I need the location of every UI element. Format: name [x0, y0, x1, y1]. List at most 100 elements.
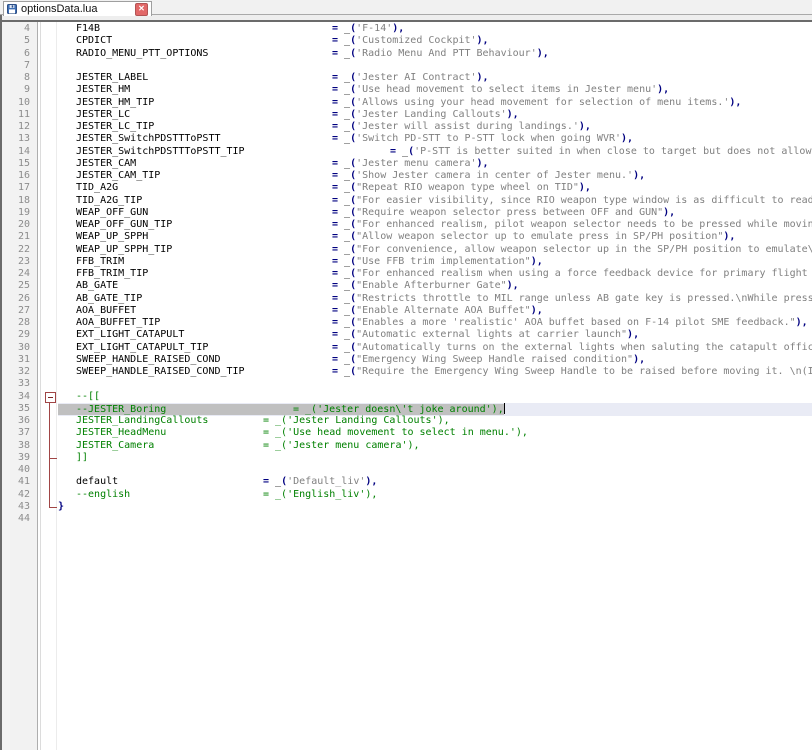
code-line[interactable]: 39]] [0, 452, 812, 465]
line-number[interactable]: 7 [2, 60, 30, 72]
line-number[interactable]: 33 [2, 378, 30, 390]
line-number[interactable]: 37 [2, 427, 30, 439]
code-line[interactable]: 10 JESTER_HM_TIP = _('Allows using your he… [0, 97, 812, 110]
tab-optionsdata-lua[interactable]: optionsData.lua ✕ [3, 1, 152, 16]
code-token: _ [338, 108, 351, 120]
line-number[interactable]: 24 [2, 268, 30, 280]
code-line[interactable]: 33 [0, 378, 812, 391]
line-number[interactable]: 36 [2, 415, 30, 427]
code-token: ), [530, 255, 543, 267]
line-number[interactable]: 41 [2, 476, 30, 488]
line-number[interactable]: 22 [2, 244, 30, 256]
line-number[interactable]: 11 [2, 109, 30, 121]
code-token: _ [338, 317, 351, 328]
line-number[interactable]: 17 [2, 182, 30, 194]
code-text: JESTER_LC_TIP = _('Jester will assist dur… [76, 121, 591, 133]
line-number[interactable]: 30 [2, 342, 30, 354]
code-line[interactable]: 28 AOA_BUFFET_TIP = _("Enables a more 'rea… [0, 317, 812, 330]
code-line[interactable]: 44 [0, 513, 812, 526]
code-line[interactable]: 24 FFB_TRIM_TIP = _("For enhanced realism … [0, 268, 812, 281]
line-number[interactable]: 4 [2, 23, 30, 35]
code-line[interactable]: 4 F14B = _('F-14'), [0, 23, 812, 36]
code-line[interactable]: 11 JESTER_LC = _('Jester Landing Callouts'… [0, 109, 812, 122]
code-line[interactable]: 30 EXT_LIGHT_CATAPULT_TIP = _("Automatical… [0, 342, 812, 355]
code-line[interactable]: 26 AB_GATE_TIP = _("Restricts throttle to … [0, 293, 812, 306]
code-line[interactable]: 17 TID_A2G = _("Repeat RIO weapon type whe… [0, 182, 812, 195]
code-line[interactable]: 43} [0, 501, 812, 514]
code-line[interactable]: 14 JESTER_SwitchPDSTTToPSTT_TIP = _('P-STT… [0, 146, 812, 159]
code-token: = _('English_liv'), [263, 488, 378, 500]
code-line[interactable]: 9 JESTER_HM = _('Use head movement to sele… [0, 84, 812, 97]
line-number[interactable]: 13 [2, 133, 30, 145]
line-number[interactable]: 12 [2, 121, 30, 133]
line-number[interactable]: 31 [2, 354, 30, 366]
line-number[interactable]: 18 [2, 195, 30, 207]
line-number[interactable]: 42 [2, 489, 30, 501]
line-number[interactable]: 20 [2, 219, 30, 231]
code-line[interactable]: 15 JESTER_CAM = _('Jester menu camera'), [0, 158, 812, 171]
line-number[interactable]: 14 [2, 146, 30, 158]
line-number[interactable]: 34 [2, 391, 30, 403]
line-number[interactable]: 16 [2, 170, 30, 182]
code-text: JESTER_Camera = _('Jester menu camera'), [76, 440, 420, 452]
code-line[interactable]: 6 RADIO_MENU_PTT_OPTIONS = _('Radio Menu A… [0, 48, 812, 61]
code-line[interactable]: 29 EXT_LIGHT_CATAPULT = _("Automatic exter… [0, 329, 812, 342]
code-line[interactable]: 40 [0, 464, 812, 477]
code-line[interactable]: 38 JESTER_Camera = _('Jester menu camera')… [0, 440, 812, 453]
line-number[interactable]: 40 [2, 464, 30, 476]
code-line[interactable]: 32 SWEEP_HANDLE_RAISED_COND_TIP = _("Requi… [0, 366, 812, 379]
code-line[interactable]: 21 WEAP_UP_SPPH = _("Allow weapon selector… [0, 231, 812, 244]
code-line[interactable]: 19 WEAP_OFF_GUN = _("Require weapon select… [0, 207, 812, 220]
line-number[interactable]: 26 [2, 293, 30, 305]
tab-close-icon[interactable]: ✕ [135, 2, 148, 16]
line-number[interactable]: 15 [2, 158, 30, 170]
code-token: 'P-STT is better suited in when close to… [414, 145, 812, 157]
code-line[interactable]: 35 --JESTER_Boring = _('Jester doesn\'t jo… [0, 402, 812, 416]
code-line[interactable]: 8 JESTER_LABEL = _('Jester AI Contract'), [0, 72, 812, 85]
code-token: ), [657, 84, 670, 96]
code-line[interactable]: 7 [0, 60, 812, 73]
code-line[interactable]: 5 CPDICT = _('Customized Cockpit'), [0, 35, 812, 48]
code-token: 'Customized Cockpit' [356, 35, 477, 47]
line-number[interactable]: 6 [2, 48, 30, 60]
code-token: "For convenience, allow weapon selector … [356, 243, 812, 255]
code-line[interactable]: 23 FFB_TRIM = _("Use FFB trim implementati… [0, 256, 812, 269]
line-number[interactable]: 29 [2, 329, 30, 341]
code-token: _ [338, 84, 351, 96]
line-number[interactable]: 9 [2, 84, 30, 96]
code-line[interactable]: 37 JESTER_HeadMenu = _('Use head movement … [0, 427, 812, 440]
line-number[interactable]: 19 [2, 207, 30, 219]
code-token: _ [338, 329, 351, 341]
line-number[interactable]: 25 [2, 280, 30, 292]
line-number[interactable]: 27 [2, 305, 30, 317]
code-line[interactable]: 12 JESTER_LC_TIP = _('Jester will assist d… [0, 121, 812, 134]
line-number[interactable]: 44 [2, 513, 30, 525]
code-line[interactable]: 41 default = _('Default_liv'), [0, 476, 812, 489]
code-token: JESTER_SwitchPDSTTToPSTT [76, 133, 221, 145]
code-line[interactable]: 25 AB_GATE = _("Enable Afterburner Gate"), [0, 280, 812, 293]
code-line[interactable]: 16 JESTER_CAM_TIP = _('Show Jester camera … [0, 170, 812, 183]
fold-collapse-marker[interactable] [45, 392, 56, 403]
code-line[interactable]: 13 JESTER_SwitchPDSTTToPSTT = _('Switch PD… [0, 133, 812, 146]
line-number[interactable]: 43 [2, 501, 30, 513]
code-text: JESTER_SwitchPDSTTToPSTT = _('Switch PD-S… [76, 133, 633, 145]
line-number[interactable]: 5 [2, 35, 30, 47]
code-line[interactable]: 42 --english = _('English_liv'), [0, 489, 812, 502]
line-number[interactable]: 10 [2, 97, 30, 109]
line-number[interactable]: 21 [2, 231, 30, 243]
line-number[interactable]: 28 [2, 317, 30, 329]
code-line[interactable]: 18 TID_A2G_TIP = _("For easier visibility,… [0, 195, 812, 208]
code-text: TID_A2G_TIP = _("For easier visibility, s… [76, 195, 812, 207]
code-line[interactable]: 22 WEAP_UP_SPPH_TIP = _("For convenience, … [0, 244, 812, 257]
line-number[interactable]: 35 [2, 403, 30, 415]
line-number[interactable]: 32 [2, 366, 30, 378]
line-number[interactable]: 39 [2, 452, 30, 464]
line-number[interactable]: 8 [2, 72, 30, 84]
line-number[interactable]: 23 [2, 256, 30, 268]
code-line[interactable]: 34 --[[ [0, 391, 812, 404]
code-line[interactable]: 20 WEAP_OFF_GUN_TIP = _("For enhanced real… [0, 219, 812, 232]
code-line[interactable]: 27 AOA_BUFFET = _("Enable Alternate AOA Bu… [0, 305, 812, 318]
code-line[interactable]: 31 SWEEP_HANDLE_RAISED_COND = _("Emergency… [0, 354, 812, 367]
line-number[interactable]: 38 [2, 440, 30, 452]
code-line[interactable]: 36 JESTER_LandingCallouts = _('Jester Land… [0, 415, 812, 428]
